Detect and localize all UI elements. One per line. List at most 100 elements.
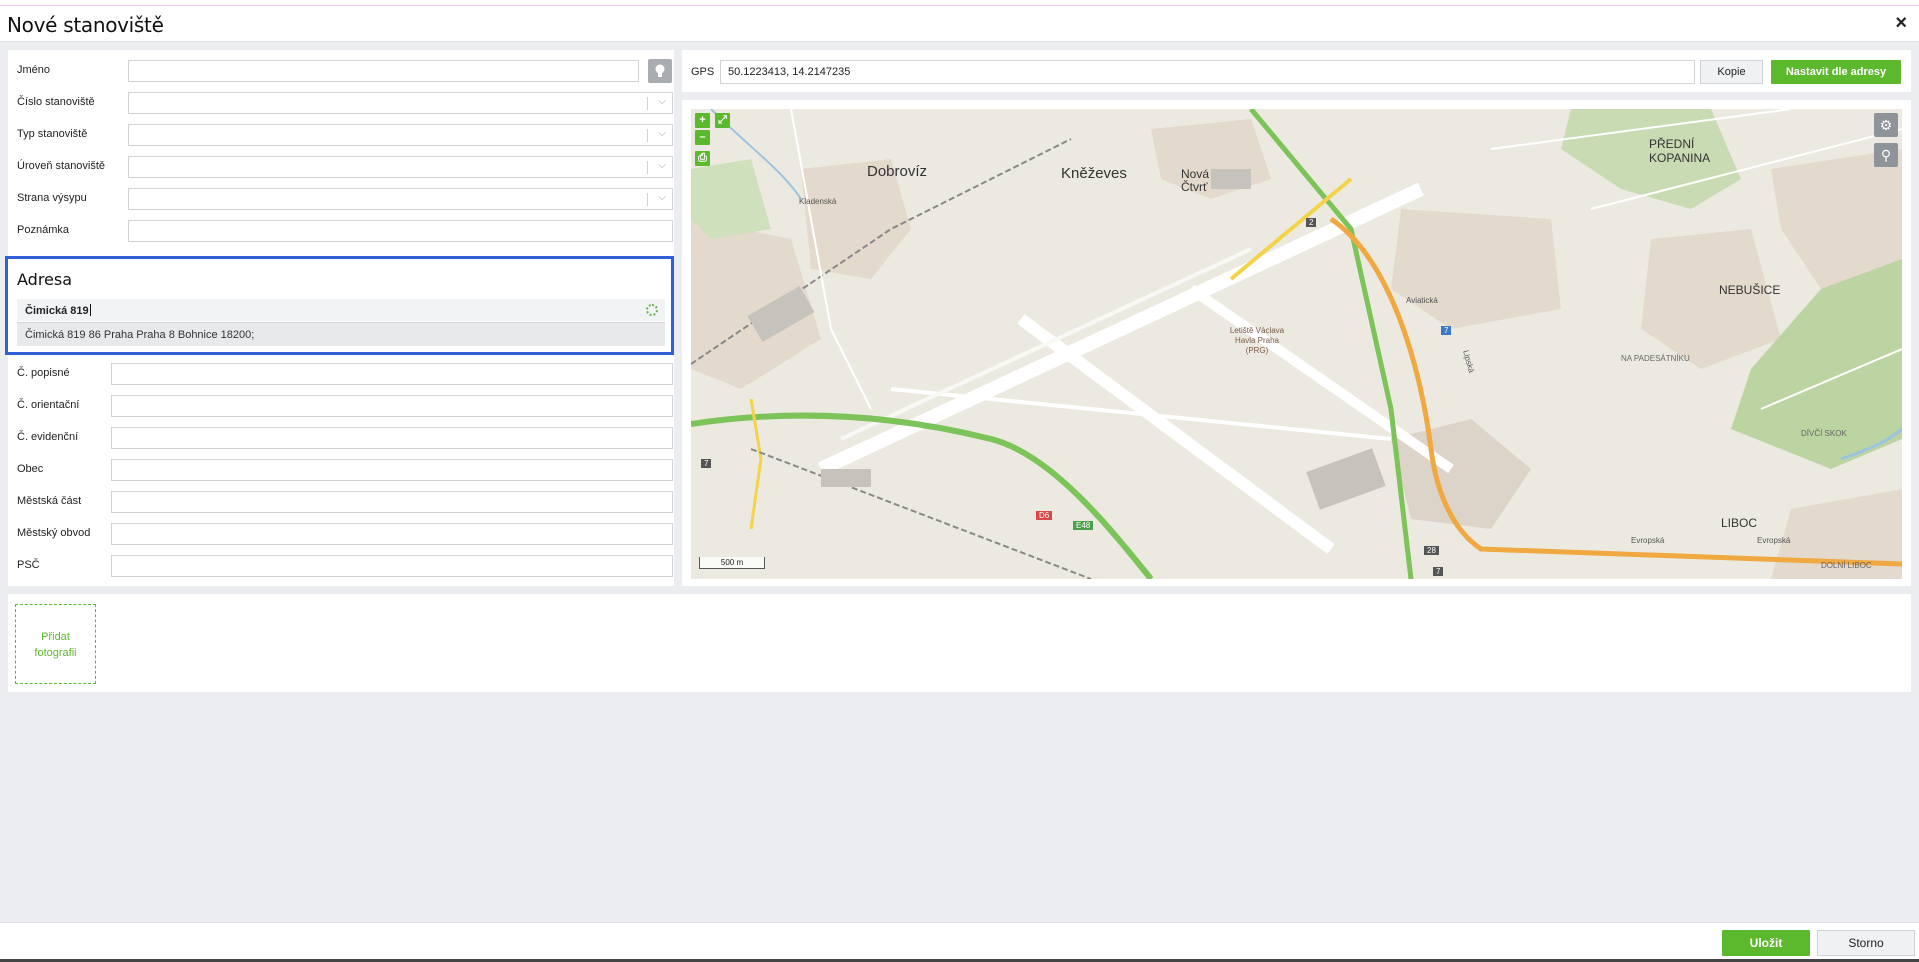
add-photo-label-1: Přidat [41, 631, 70, 643]
select-separator [647, 97, 648, 110]
address-search-section: Adresa Čimická 819 Čimická 819 86 Praha … [5, 256, 674, 355]
dialog-footer: Uložit Storno [0, 922, 1919, 962]
mestsky-obvod-input[interactable] [111, 523, 673, 545]
save-button[interactable]: Uložit [1722, 930, 1810, 956]
address-field-row: Č. orientační [17, 395, 673, 417]
address-suggestion-item[interactable]: Čimická 819 86 Praha Praha 8 Bohnice 182… [17, 322, 665, 346]
gps-label: GPS [691, 66, 715, 78]
chevron-down-icon: ⌵ [658, 128, 666, 139]
strana-label: Strana výsypu [17, 192, 87, 204]
search-zoom-icon[interactable]: ⚲ [1874, 143, 1898, 167]
cancel-button[interactable]: Storno [1817, 930, 1915, 956]
road-badge-28: 28 [1424, 546, 1439, 555]
expand-icon[interactable]: ⤢ [715, 113, 730, 128]
uroven-row: Úroveň stanoviště ⌵ [17, 156, 673, 178]
road-badge-7: 7 [1441, 326, 1452, 335]
address-search-value: Čimická 819 [25, 304, 91, 317]
map-label-knezeves: Kněževes [1061, 165, 1127, 182]
lightbulb-icon[interactable] [648, 59, 672, 83]
cislo-popisne-input[interactable] [111, 363, 673, 385]
jmeno-label: Jméno [17, 64, 51, 76]
road-badge-2: 2 [1306, 218, 1317, 227]
address-field-label: Č. evidenční [17, 431, 79, 443]
print-icon[interactable]: ⎙ [695, 151, 710, 166]
typ-row: Typ stanoviště ⌵ [17, 124, 673, 146]
road-badge-e48: E48 [1073, 521, 1094, 530]
map-panel: + – ⤢ ⎙ ⚙ ⚲ Dobrovíz Kněževes Nová Čtvrť… [682, 100, 1911, 586]
cislo-select[interactable]: ⌵ [128, 92, 673, 114]
address-field-row: Obec [17, 459, 673, 481]
address-field-row: PSČ [17, 555, 673, 577]
strana-row: Strana výsypu ⌵ [17, 188, 673, 210]
gear-icon[interactable]: ⚙ [1874, 113, 1898, 137]
map-label-airport: Letiště Václava Havla Praha (PRG) [1229, 326, 1285, 355]
cislo-label: Číslo stanoviště [17, 96, 95, 108]
poznamka-label: Poznámka [17, 224, 69, 236]
poznamka-input[interactable] [128, 220, 673, 242]
zoom-in-button[interactable]: + [695, 113, 710, 128]
uroven-select[interactable]: ⌵ [128, 156, 673, 178]
jmeno-input[interactable] [128, 60, 639, 82]
address-field-label: Č. orientační [17, 399, 80, 411]
address-field-row: Městský obvod [17, 523, 673, 545]
loading-spinner-icon [646, 304, 658, 316]
map-label-nova-ctvrt: Nová Čtvrť [1181, 167, 1210, 194]
typ-label: Typ stanoviště [17, 128, 88, 140]
map-label-dolni-liboc: DOLNÍ LIBOC [1821, 561, 1872, 570]
uroven-label: Úroveň stanoviště [17, 160, 106, 172]
address-field-label: Městská část [17, 495, 82, 507]
map-label-kladenska: Kladenská [799, 197, 837, 206]
jmeno-row: Jméno [17, 59, 673, 83]
map-canvas[interactable]: + – ⤢ ⎙ ⚙ ⚲ Dobrovíz Kněževes Nová Čtvrť… [691, 109, 1902, 579]
cislo-evidencni-input[interactable] [111, 427, 673, 449]
select-separator [647, 161, 648, 174]
map-label-predni-kopanina: PŘEDNÍ KOPANINA [1649, 137, 1711, 165]
cislo-orientacni-input[interactable] [111, 395, 673, 417]
road-badge-7-c: 7 [701, 459, 712, 468]
address-field-label: Obec [17, 463, 44, 475]
chevron-down-icon: ⌵ [658, 192, 666, 203]
address-field-label: PSČ [17, 559, 40, 571]
map-label-na-padesatniku: NA PADESÁTNÍKU [1621, 354, 1690, 363]
gps-value: 50.1223413, 14.2147235 [728, 66, 851, 78]
close-icon[interactable]: × [1895, 12, 1907, 35]
road-badge-7-b: 7 [1433, 567, 1444, 576]
typ-select[interactable]: ⌵ [128, 124, 673, 146]
select-separator [647, 129, 648, 142]
map-label-evropska: Evropská [1757, 536, 1791, 545]
poznamka-row: Poznámka [17, 220, 673, 242]
select-separator [647, 193, 648, 206]
address-field-label: Č. popisné [17, 367, 70, 379]
map-label-nebusice: NEBUŠICE [1719, 283, 1781, 297]
copy-button[interactable]: Kopie [1700, 60, 1763, 84]
road-badge-d6: D6 [1036, 511, 1053, 520]
address-search-input[interactable]: Čimická 819 [17, 299, 665, 321]
map-label-dobroviz: Dobrovíz [867, 163, 928, 180]
gps-panel: GPS 50.1223413, 14.2147235 Kopie Nastavi… [682, 50, 1911, 92]
add-photo-label-2: fotografii [34, 647, 77, 659]
chevron-down-icon: ⌵ [658, 160, 666, 171]
map-label-evropska-2: Evropská [1631, 536, 1665, 545]
address-field-row: Městská část [17, 491, 673, 513]
gps-input[interactable]: 50.1223413, 14.2147235 [720, 60, 1695, 84]
obec-input[interactable] [111, 459, 673, 481]
mestska-cast-input[interactable] [111, 491, 673, 513]
address-field-label: Městský obvod [17, 527, 91, 539]
address-field-row: Č. popisné [17, 363, 673, 385]
add-photo-button[interactable]: Přidat fotografii [15, 604, 96, 684]
map-label-divci-skok: DÍVČÍ SKOK [1801, 429, 1847, 438]
chevron-down-icon: ⌵ [658, 96, 666, 107]
dialog-title: Nové stanoviště [7, 13, 164, 37]
zoom-out-button[interactable]: – [695, 130, 710, 145]
cislo-row: Číslo stanoviště ⌵ [17, 92, 673, 114]
address-suggestion-text: Čimická 819 86 Praha Praha 8 Bohnice 182… [25, 329, 255, 341]
address-heading: Adresa [17, 270, 73, 289]
strana-select[interactable]: ⌵ [128, 188, 673, 210]
set-by-address-button[interactable]: Nastavit dle adresy [1771, 60, 1901, 84]
address-field-row: Č. evidenční [17, 427, 673, 449]
psc-input[interactable] [111, 555, 673, 577]
map-scale: 500 m [699, 557, 765, 569]
map-label-aviaticka: Aviatická [1406, 296, 1438, 305]
photos-panel: Přidat fotografii [8, 594, 1911, 692]
dialog-titlebar: Nové stanoviště × [0, 6, 1919, 42]
